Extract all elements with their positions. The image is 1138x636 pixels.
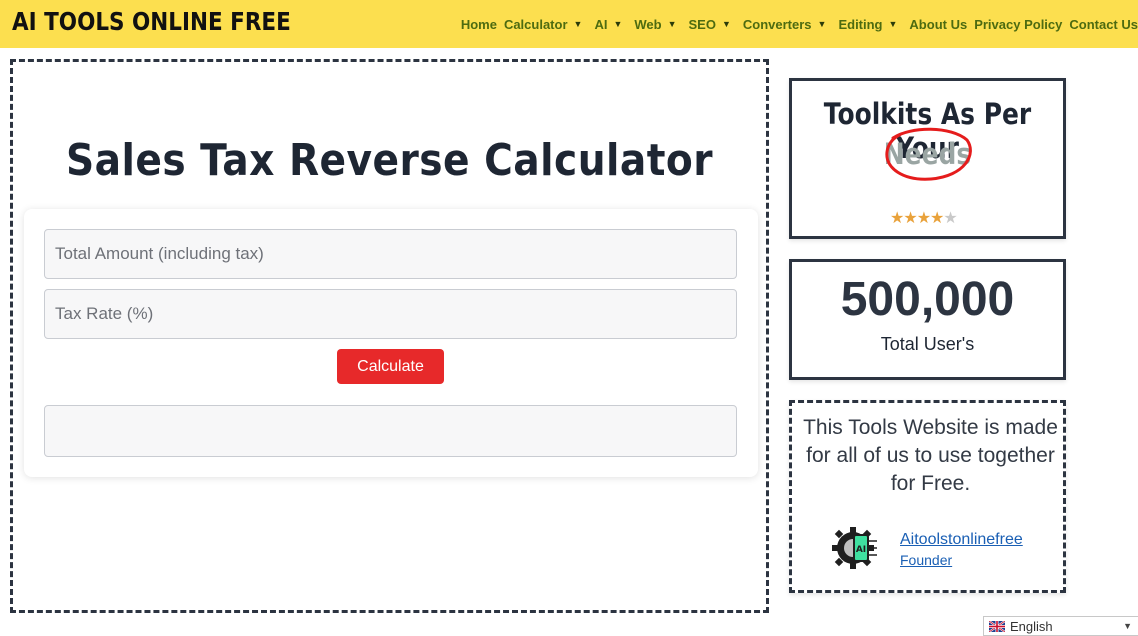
- nav-home[interactable]: Home: [461, 17, 497, 32]
- main-nav: Home Calculator ▼ AI ▼ Web ▼ SEO ▼ Converter…: [461, 0, 1138, 48]
- users-label: Total User's: [880, 334, 975, 354]
- about-text: This Tools Website is made for all of us…: [803, 416, 1058, 495]
- founder-logo-icon: AI: [832, 527, 877, 569]
- chevron-down-icon: ▼: [667, 19, 677, 29]
- svg-text:AI: AI: [856, 545, 866, 555]
- nav-calculator[interactable]: Calculator ▼: [504, 17, 588, 32]
- chevron-down-icon: ▼: [1123, 621, 1132, 631]
- chevron-down-icon: ▼: [888, 19, 898, 29]
- nav-seo[interactable]: SEO ▼: [689, 17, 736, 32]
- star-icon: ★: [930, 210, 944, 227]
- total-amount-input[interactable]: Total Amount (including tax): [44, 229, 737, 279]
- nav-ai[interactable]: AI ▼: [594, 17, 627, 32]
- founder-name-link[interactable]: Aitoolstonlinefree: [900, 531, 1023, 549]
- chevron-down-icon: ▼: [817, 19, 827, 29]
- chevron-down-icon: ▼: [613, 19, 623, 29]
- about-box: This Tools Website is made for all of us…: [789, 400, 1066, 593]
- nav-about-us[interactable]: About Us: [909, 17, 967, 32]
- star-icon: ★: [890, 210, 904, 227]
- nav-web[interactable]: Web ▼: [634, 17, 681, 32]
- nav-converters[interactable]: Converters ▼: [743, 17, 832, 32]
- star-icon: ★: [903, 210, 917, 227]
- language-label: English: [1010, 618, 1053, 634]
- founder-role: Founder: [900, 552, 953, 568]
- site-header: AI TOOLS ONLINE FREE Home Calculator ▼ AI…: [0, 0, 1138, 48]
- calculator-card: Sales Tax Reverse Calculator Total Amoun…: [10, 59, 769, 613]
- result-output: [44, 405, 737, 457]
- users-count: 500,000: [840, 273, 1015, 326]
- site-logo[interactable]: AI TOOLS ONLINE FREE: [12, 7, 291, 36]
- uk-flag-icon: [989, 620, 1005, 632]
- nav-privacy-policy[interactable]: Privacy Policy: [974, 17, 1062, 32]
- chevron-down-icon: ▼: [573, 19, 583, 29]
- circle-highlight-icon: [885, 127, 972, 181]
- toolkits-box: Toolkits As Per Your Needs ★★★★★: [789, 78, 1066, 239]
- nav-editing[interactable]: Editing ▼: [838, 17, 902, 32]
- chevron-down-icon: ▼: [721, 19, 731, 29]
- star-icon: ★: [916, 210, 931, 227]
- page-title: Sales Tax Reverse Calculator: [65, 135, 714, 186]
- users-box: 500,000 Total User's: [789, 259, 1066, 380]
- calculator-form: Total Amount (including tax) Tax Rate (%…: [24, 209, 758, 477]
- rating-stars: ★★★★★: [890, 208, 958, 228]
- nav-contact-us[interactable]: Contact Us: [1069, 17, 1138, 32]
- tax-rate-input[interactable]: Tax Rate (%): [44, 289, 737, 339]
- half-star-icon: ★: [943, 210, 957, 227]
- calculate-button[interactable]: Calculate: [337, 349, 444, 384]
- language-selector[interactable]: English ▼: [983, 616, 1138, 636]
